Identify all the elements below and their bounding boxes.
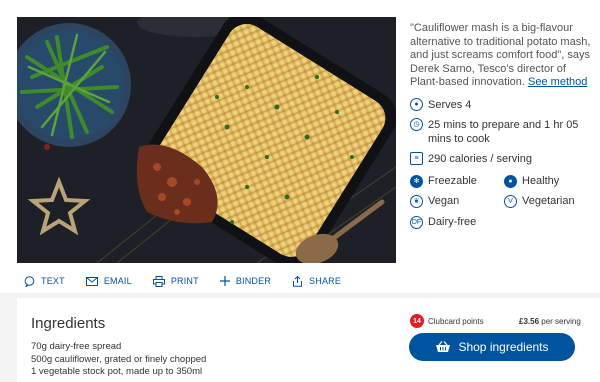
binder-button-label: BINDER — [235, 276, 272, 286]
recipe-description: "Cauliflower mash is a big-flavour alter… — [410, 22, 596, 90]
share-icon — [292, 275, 303, 287]
recipe-info-panel: "Cauliflower mash is a big-flavour alter… — [410, 22, 596, 229]
price-per-serving: £3.56 per serving — [519, 317, 581, 326]
time-text: 25 mins to prepare and 1 hr 05 mins to c… — [428, 119, 579, 145]
diet-label: Freezable — [428, 174, 477, 187]
share-button[interactable]: SHARE — [292, 275, 342, 287]
price-suffix: per serving — [539, 317, 581, 326]
diet-label: Dairy-free — [428, 215, 477, 228]
ingredient-item: 500g cauliflower, grated or finely chopp… — [31, 353, 207, 365]
envelope-icon — [85, 276, 98, 286]
print-button[interactable]: PRINT — [152, 275, 199, 287]
vegetarian-icon: V — [504, 195, 517, 209]
diet-tag-vegetarian: V Vegetarian — [504, 195, 596, 209]
diet-tag-freezable: ✻ Freezable — [410, 175, 504, 189]
clubcard-points: 14 Clubcard points — [410, 314, 484, 328]
dietary-tags: ✻ Freezable ● Healthy ❦ Vegan V Vegetari… — [410, 175, 596, 230]
recipe-photo — [17, 17, 396, 263]
email-button-label: EMAIL — [103, 276, 132, 286]
basket-icon — [435, 341, 451, 353]
dairy-free-icon: DF — [410, 215, 423, 229]
shop-ingredients-label: Shop ingredients — [458, 340, 549, 354]
printer-icon — [152, 275, 165, 287]
serves-text: Serves 4 — [428, 98, 472, 111]
clock-icon: ◷ — [410, 118, 423, 131]
shop-ingredients-button[interactable]: Shop ingredients — [409, 333, 575, 361]
top-edge — [0, 0, 600, 3]
recipe-meta-list: ● Serves 4 ◷ 25 mins to prepare and 1 hr… — [410, 97, 596, 167]
diet-tag-healthy: ● Healthy — [504, 175, 596, 189]
diet-tag-dairy-free: DF Dairy-free — [410, 216, 504, 230]
chat-bubble-icon — [24, 275, 35, 287]
time-row: ◷ 25 mins to prepare and 1 hr 05 mins to… — [410, 118, 596, 146]
diet-label: Healthy — [522, 174, 560, 187]
snowflake-icon: ✻ — [410, 174, 423, 188]
clubcard-points-badge: 14 — [410, 314, 424, 328]
diet-tag-vegan: ❦ Vegan — [410, 195, 504, 209]
price-amount: £3.56 — [519, 317, 540, 326]
calories-text: 290 calories / serving — [428, 153, 532, 165]
see-method-link[interactable]: See method — [528, 76, 587, 88]
recipe-actions-bar: TEXT EMAIL PRINT BINDER SHARE — [24, 274, 362, 288]
diet-label: Vegan — [428, 195, 460, 207]
email-button[interactable]: EMAIL — [85, 276, 132, 286]
print-button-label: PRINT — [170, 276, 199, 286]
binder-button[interactable]: BINDER — [219, 276, 272, 286]
vegan-icon: ❦ — [410, 195, 423, 209]
share-button-label: SHARE — [309, 276, 342, 286]
person-icon: ● — [410, 97, 423, 111]
ingredient-item: 1 vegetable stock pot, made up to 350ml — [31, 366, 203, 377]
calories-row: ≡ 290 calories / serving — [410, 152, 596, 167]
plus-icon — [219, 276, 230, 286]
diet-label: Vegetarian — [522, 195, 575, 207]
text-button[interactable]: TEXT — [24, 275, 65, 287]
ingredient-item: 70g dairy-free spread — [31, 341, 122, 352]
clubcard-points-label: Clubcard points — [428, 316, 484, 326]
ingredients-list: 70g dairy-free spread 500g cauliflower, … — [31, 341, 206, 379]
serves-row: ● Serves 4 — [410, 97, 596, 113]
ingredients-heading: Ingredients — [31, 315, 106, 332]
text-button-label: TEXT — [41, 276, 65, 286]
healthy-icon: ● — [504, 174, 517, 188]
calories-icon: ≡ — [410, 152, 423, 165]
